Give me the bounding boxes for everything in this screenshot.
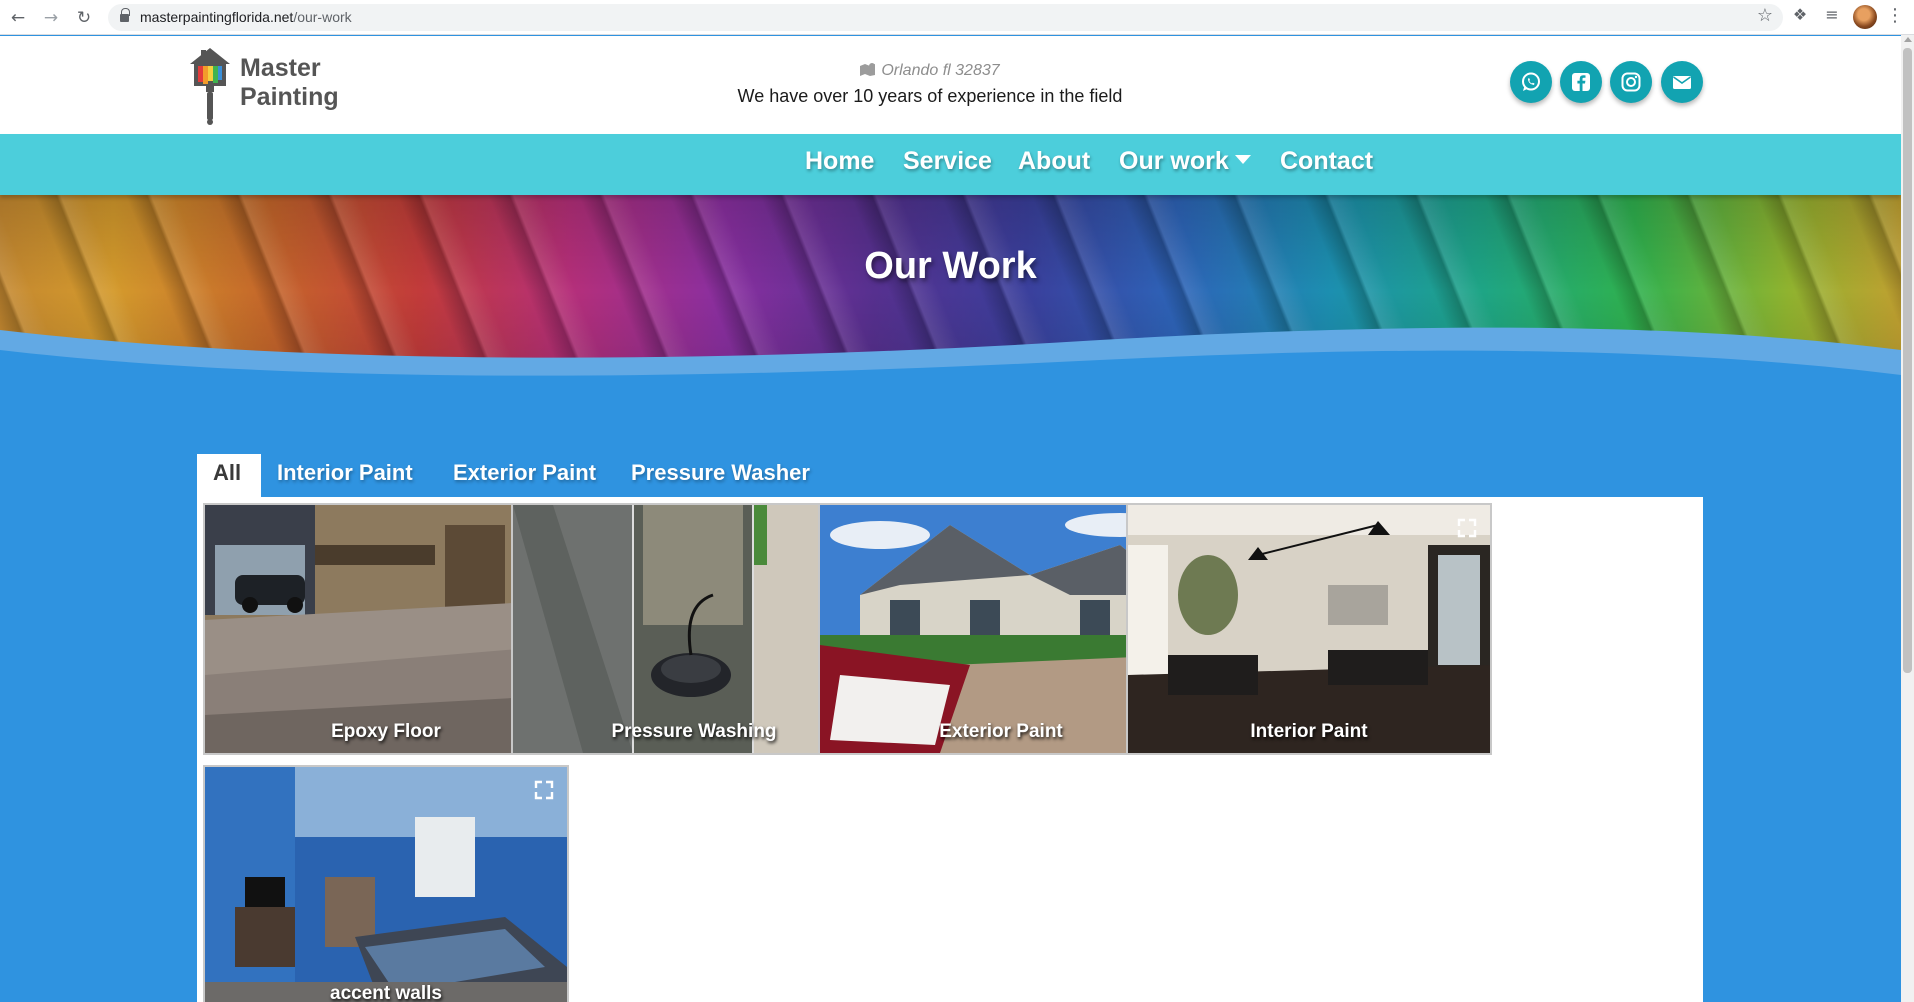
map-icon <box>860 63 876 76</box>
scroll-up-arrow[interactable] <box>1904 37 1912 42</box>
tagline: We have over 10 years of experience in t… <box>737 86 1123 106</box>
bookmark-star-icon[interactable]: ☆ <box>1757 5 1773 26</box>
forward-icon[interactable]: → <box>39 6 63 30</box>
whatsapp-icon <box>1522 72 1540 91</box>
url-text[interactable]: masterpaintingflorida.net/our-work <box>140 9 352 25</box>
nav-contact[interactable]: Contact <box>1280 147 1373 176</box>
interior-paint-image <box>1128 505 1490 753</box>
scrollbar-thumb[interactable] <box>1903 48 1912 673</box>
extensions-icon[interactable]: ❖ <box>1788 5 1812 24</box>
back-icon[interactable]: ← <box>6 6 30 30</box>
paintbrush-house-icon <box>190 48 230 125</box>
gallery-grid: Epoxy Floor Pressure Washing Exterior Pa… <box>197 497 1703 1002</box>
gallery-caption: accent walls <box>330 983 442 1002</box>
whatsapp-button[interactable] <box>1510 61 1552 103</box>
site-logo[interactable]: Master Painting <box>188 46 339 126</box>
address-line: Orlando fl 32837 <box>600 62 1260 80</box>
lock-icon <box>120 8 130 23</box>
page-title: Our Work <box>864 245 1037 287</box>
address-text: Orlando fl 32837 <box>881 62 1000 79</box>
email-icon <box>1673 76 1691 89</box>
accent-walls-image <box>205 767 567 1002</box>
nav-home[interactable]: Home <box>805 147 874 176</box>
facebook-icon <box>1572 73 1590 91</box>
expand-icon[interactable] <box>533 779 555 801</box>
reading-list-icon[interactable]: ≡ <box>1820 5 1844 24</box>
hero-banner: Our Work <box>0 195 1901 435</box>
tab-all[interactable]: All <box>197 454 261 497</box>
logo-line-2: Painting <box>240 83 339 111</box>
url-path: /our-work <box>293 9 352 25</box>
logo-line-1: Master <box>240 54 321 82</box>
nav-our-work-label: Our work <box>1119 147 1229 175</box>
tab-pressure-washer[interactable]: Pressure Washer <box>615 454 826 497</box>
facebook-button[interactable] <box>1560 61 1602 103</box>
gallery-caption: Interior Paint <box>1250 721 1368 742</box>
tab-interior-paint[interactable]: Interior Paint <box>261 454 429 497</box>
page: Master Painting Orlando fl 32837 We have… <box>0 36 1901 1002</box>
main-nav: Home Service About Our work Contact <box>0 134 1901 195</box>
profile-avatar[interactable] <box>1853 5 1877 29</box>
hero-wave <box>0 327 1901 435</box>
site-header: Master Painting Orlando fl 32837 We have… <box>0 36 1901 134</box>
nav-our-work[interactable]: Our work <box>1119 147 1251 176</box>
caret-down-icon <box>1234 155 1251 164</box>
expand-icon[interactable] <box>1456 517 1478 539</box>
nav-service[interactable]: Service <box>903 147 992 176</box>
browser-menu-icon[interactable]: ⋮ <box>1886 5 1904 26</box>
instagram-icon <box>1621 72 1641 92</box>
browser-toolbar: ← → ↻ masterpaintingflorida.net/our-work… <box>0 0 1914 35</box>
address-bar[interactable]: masterpaintingflorida.net/our-work ☆ <box>108 4 1783 31</box>
gallery-item-accent-walls[interactable]: accent walls <box>203 765 569 1002</box>
reload-icon[interactable]: ↻ <box>72 6 96 30</box>
gallery-item-interior-paint[interactable]: Interior Paint <box>1126 503 1492 755</box>
tab-exterior-paint[interactable]: Exterior Paint <box>437 454 612 497</box>
nav-about[interactable]: About <box>1018 147 1090 176</box>
instagram-button[interactable] <box>1610 61 1652 103</box>
email-button[interactable] <box>1661 61 1703 103</box>
url-host: masterpaintingflorida.net <box>140 9 294 25</box>
